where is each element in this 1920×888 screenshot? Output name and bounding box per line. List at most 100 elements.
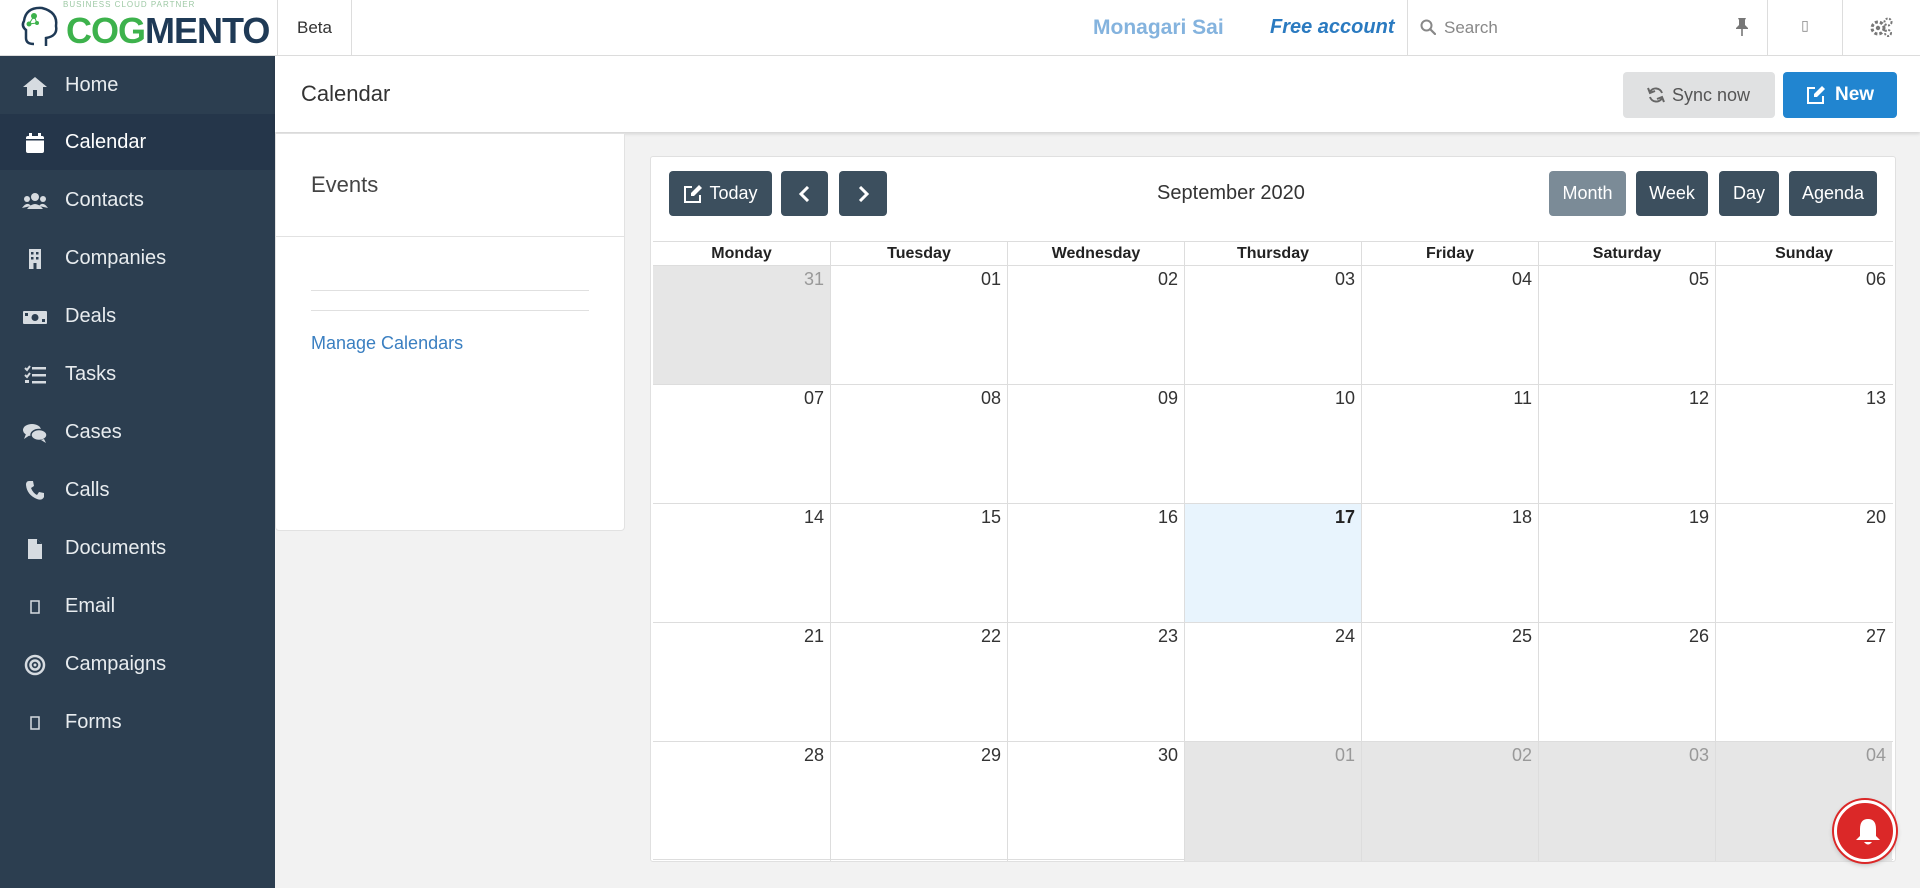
day-cell[interactable]: 23 — [1007, 623, 1184, 742]
day-cell[interactable]: 24 — [1184, 623, 1361, 742]
edit-icon — [684, 185, 702, 203]
day-cell[interactable]: 29 — [830, 742, 1007, 861]
settings-button[interactable] — [1842, 0, 1920, 55]
weekday-header: Thursday — [1184, 242, 1361, 266]
day-cell[interactable]: 10 — [1184, 385, 1361, 504]
day-cell[interactable]: 28 — [653, 742, 830, 861]
day-cell[interactable]: 15 — [830, 504, 1007, 623]
day-cell-today[interactable]: 17 — [1184, 504, 1361, 623]
view-month-button[interactable]: Month — [1549, 171, 1626, 216]
page-title: Calendar — [301, 81, 391, 106]
day-cell[interactable]: 05 — [1538, 266, 1715, 385]
day-cell[interactable]: 03 — [1538, 742, 1715, 861]
sidebar-item-label: Tasks — [65, 363, 117, 385]
day-cell[interactable]: 08 — [830, 385, 1007, 504]
sidebar-item-label: Contacts — [65, 189, 144, 211]
day-cell[interactable]: 18 — [1361, 504, 1538, 623]
sidebar-item-calls[interactable]: Calls — [0, 462, 275, 518]
pin-icon[interactable] — [1734, 17, 1750, 37]
weekday-header: Monday — [711, 245, 772, 262]
day-cell[interactable]: 03 — [1184, 266, 1361, 385]
day-number: 09 — [1157, 388, 1178, 408]
sidebar-item-home[interactable]: Home — [0, 57, 275, 113]
day-cell[interactable]: 07 — [653, 385, 830, 504]
beta-badge: Beta — [277, 0, 352, 55]
day-cell[interactable]: 06 — [1715, 266, 1892, 385]
day-cell[interactable]: 25 — [1361, 623, 1538, 742]
sidebar-item-label: Forms — [65, 711, 122, 733]
cogmento-logo[interactable]: BUSINESS CLOUD PARTNER COGMENTO — [18, 0, 273, 54]
day-cell[interactable]: 14 — [653, 504, 830, 623]
day-cell[interactable]: 30 — [1007, 742, 1184, 861]
sidebar-item-companies[interactable]: Companies — [0, 230, 275, 286]
events-title: Events — [311, 172, 379, 197]
sidebar-item-campaigns[interactable]: Campaigns — [0, 636, 275, 692]
weekday-header: Friday — [1361, 242, 1538, 266]
day-number: 24 — [1334, 626, 1355, 646]
sidebar-item-forms[interactable]: Forms — [0, 694, 275, 750]
day-number: 25 — [1511, 626, 1532, 646]
sidebar-item-calendar[interactable]: Calendar — [0, 114, 275, 170]
sync-now-label: Sync now — [1672, 85, 1751, 105]
day-cell[interactable]: 20 — [1715, 504, 1892, 623]
day-number: 05 — [1688, 269, 1709, 289]
calendar-icon — [26, 133, 44, 153]
sidebar-item-documents[interactable]: Documents — [0, 520, 275, 576]
view-day-button[interactable]: Day — [1719, 171, 1779, 216]
view-week-button[interactable]: Week — [1636, 171, 1708, 216]
divider — [276, 236, 624, 237]
day-cell[interactable]: 13 — [1715, 385, 1892, 504]
new-event-button[interactable]: New — [1783, 72, 1897, 118]
manage-calendars-link[interactable]: Manage Calendars — [311, 333, 463, 354]
day-cell[interactable]: 01 — [1184, 742, 1361, 861]
users-icon — [22, 193, 48, 209]
view-agenda-button[interactable]: Agenda — [1789, 171, 1877, 216]
sync-now-button[interactable]: Sync now — [1623, 72, 1775, 118]
user-name[interactable]: Monagari Sai — [1093, 0, 1224, 55]
day-cell[interactable]: 16 — [1007, 504, 1184, 623]
day-cell[interactable]: 04 — [1361, 266, 1538, 385]
day-number: 30 — [1157, 745, 1178, 765]
day-number: 01 — [980, 269, 1001, 289]
sidebar-item-cases[interactable]: Cases — [0, 404, 275, 460]
day-cell[interactable]: 09 — [1007, 385, 1184, 504]
sidebar-item-label: Email — [65, 595, 116, 617]
search-input[interactable] — [1444, 10, 1704, 46]
building-icon — [29, 249, 41, 269]
bell-icon — [1856, 819, 1880, 845]
day-cell[interactable]: 21 — [653, 623, 830, 742]
previous-month-button[interactable] — [781, 171, 828, 216]
day-cell[interactable]: 26 — [1538, 623, 1715, 742]
day-cell[interactable]: 19 — [1538, 504, 1715, 623]
calendar-month-title: September 2020 — [1157, 182, 1305, 204]
day-number: 07 — [803, 388, 824, 408]
day-number: 08 — [980, 388, 1001, 408]
comments-icon — [23, 424, 48, 443]
day-cell[interactable]: 27 — [1715, 623, 1892, 742]
day-number: 06 — [1865, 269, 1886, 289]
notification-bell-button[interactable] — [1834, 800, 1896, 862]
notification-toggle-button[interactable]: ▯ — [1767, 0, 1842, 55]
logo-tagline: BUSINESS CLOUD PARTNER — [63, 0, 196, 9]
day-cell[interactable]: 02 — [1361, 742, 1538, 861]
sidebar-item-deals[interactable]: Deals — [0, 288, 275, 344]
day-number: 11 — [1513, 388, 1532, 408]
week-row: 14 15 16 17 18 19 20 — [653, 503, 1893, 623]
day-number: 16 — [1157, 507, 1178, 527]
weeks-container: 31 01 02 03 04 05 06 07 08 09 10 11 12 13 14 15 16 17 18 19… — [653, 265, 1893, 861]
forms-icon — [30, 716, 40, 730]
today-button[interactable]: Today — [669, 171, 772, 216]
day-number: 31 — [803, 269, 824, 289]
next-month-button[interactable] — [839, 171, 887, 216]
sidebar-item-contacts[interactable]: Contacts — [0, 172, 275, 228]
new-label: New — [1835, 84, 1875, 105]
day-cell[interactable]: 01 — [830, 266, 1007, 385]
sidebar-item-tasks[interactable]: Tasks — [0, 346, 275, 402]
sidebar-item-email[interactable]: Email — [0, 578, 275, 634]
account-type[interactable]: Free account — [1270, 0, 1394, 55]
day-cell[interactable]: 22 — [830, 623, 1007, 742]
day-cell[interactable]: 31 — [653, 266, 830, 385]
day-cell[interactable]: 12 — [1538, 385, 1715, 504]
day-cell[interactable]: 02 — [1007, 266, 1184, 385]
day-cell[interactable]: 11 — [1361, 385, 1538, 504]
